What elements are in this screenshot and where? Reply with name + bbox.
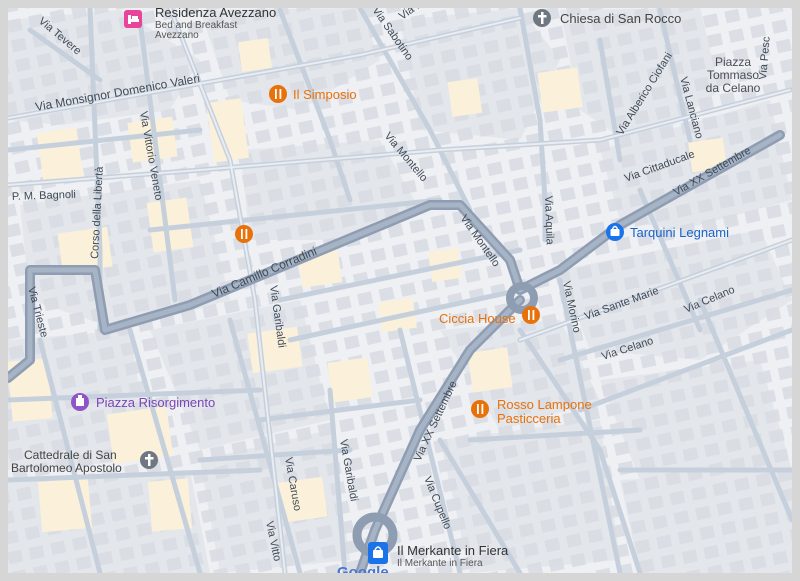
poi-label-piazza-risorgimento: Piazza Risorgimento — [96, 395, 215, 410]
map-canvas[interactable]: Via Tevere Via P. M. Via Sabotino Via Mo… — [8, 8, 792, 573]
poi-label-residenza: Residenza Avezzano — [155, 8, 276, 20]
fork-knife-icon — [269, 85, 287, 103]
poi-label-merkante: Il Merkante in Fiera — [397, 543, 509, 558]
google-logo: Google — [337, 564, 389, 573]
cross-icon — [533, 9, 551, 27]
poi-label-rosso-1: Rosso Lampone — [497, 397, 592, 412]
shopping-bag-icon — [368, 542, 388, 564]
poi-sub-merkante: Il Merkante in Fiera — [397, 558, 483, 569]
street-label-aquila: Via Aquila — [542, 196, 556, 246]
poi-label-cattedrale-1: Cattedrale di San — [24, 448, 117, 462]
poi-label-piazza-tommaso-2: Tommaso — [707, 68, 759, 82]
restaurant-marker[interactable] — [235, 225, 253, 243]
map-frame: Via Tevere Via P. M. Via Sabotino Via Mo… — [0, 0, 800, 581]
poi-label-chiesa: Chiesa di San Rocco — [560, 11, 681, 26]
poi-label-rosso-2: Pasticceria — [497, 411, 561, 426]
poi-sub-residenza-2: Avezzano — [155, 30, 199, 41]
fork-knife-icon — [235, 225, 253, 243]
poi-label-piazza-tommaso-3: da Celano — [706, 81, 761, 95]
shopping-bag-icon — [606, 223, 624, 241]
poi-label-tarquini: Tarquini Legnami — [630, 225, 729, 240]
fork-knife-icon — [522, 306, 540, 324]
street-label-pm-bagnoli: P. M. Bagnoli — [12, 189, 76, 203]
cross-icon — [140, 451, 158, 469]
poi-label-piazza-tommaso-1: Piazza — [715, 55, 751, 69]
poi-il-simposio[interactable]: Il Simposio — [269, 85, 357, 103]
poi-label-ciccia: Ciccia House — [439, 311, 516, 326]
map-svg[interactable]: Via Tevere Via P. M. Via Sabotino Via Mo… — [8, 8, 792, 573]
poi-label-cattedrale-2: Bartolomeo Apostolo — [11, 461, 122, 475]
bed-icon — [124, 10, 142, 28]
monument-icon — [71, 393, 89, 411]
poi-label-simposio: Il Simposio — [293, 87, 357, 102]
fork-knife-icon — [471, 400, 489, 418]
